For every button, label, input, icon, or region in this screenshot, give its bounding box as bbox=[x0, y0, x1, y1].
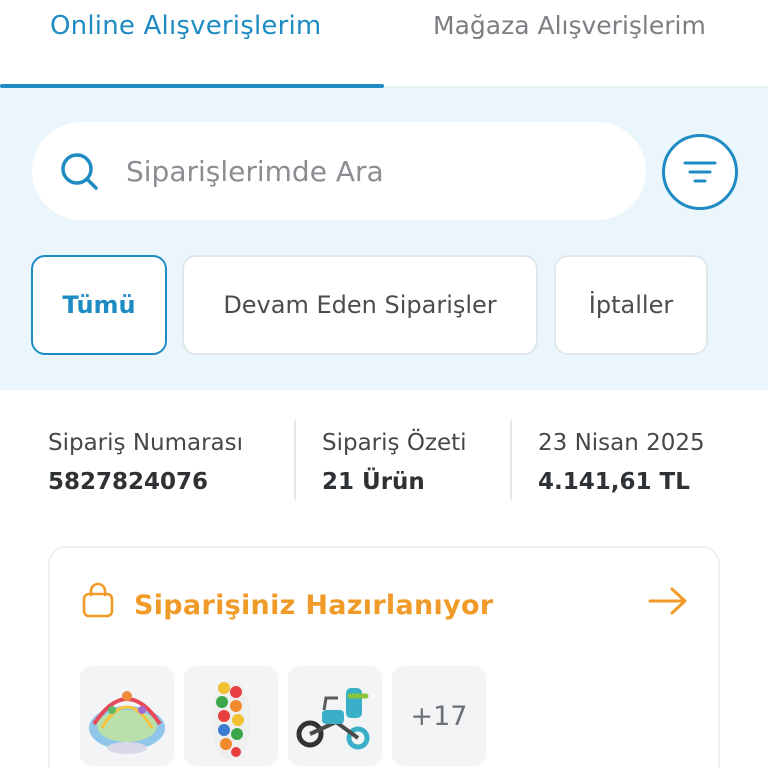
order-number-value: 5827824076 bbox=[48, 469, 209, 495]
filter-icon bbox=[683, 161, 717, 183]
order-number-label: Sipariş Numarası bbox=[48, 430, 244, 456]
divider bbox=[510, 420, 512, 500]
order-date: 23 Nisan 2025 bbox=[538, 430, 705, 456]
order-summary-block: Sipariş Özeti 21 Ürün bbox=[322, 426, 467, 500]
search-bar[interactable] bbox=[32, 122, 646, 220]
divider bbox=[294, 420, 296, 500]
ball-pit-balls-image bbox=[211, 680, 251, 760]
order-date-block: 23 Nisan 2025 4.141,61 TL bbox=[538, 426, 705, 500]
order-number-block: Sipariş Numarası 5827824076 bbox=[48, 426, 243, 500]
chip-cancelled-orders[interactable]: İptaller bbox=[554, 255, 708, 355]
chip-ongoing-orders[interactable]: Devam Eden Siparişler bbox=[182, 255, 538, 355]
tab-store-shopping[interactable]: Mağaza Alışverişlerim bbox=[433, 8, 706, 44]
product-thumbnail[interactable] bbox=[184, 666, 278, 766]
chip-all-orders[interactable]: Tümü bbox=[31, 255, 167, 355]
filter-section: Tümü Devam Eden Siparişler İptaller bbox=[0, 88, 768, 390]
order-summary-value: 21 Ürün bbox=[322, 469, 425, 495]
order-total: 4.141,61 TL bbox=[538, 469, 690, 495]
order-status-text: Siparişiniz Hazırlanıyor bbox=[134, 590, 494, 621]
tab-online-shopping[interactable]: Online Alışverişlerim bbox=[50, 8, 321, 44]
arrow-right-icon[interactable] bbox=[648, 586, 688, 616]
product-thumbnail[interactable] bbox=[80, 666, 174, 766]
tricycle-image bbox=[296, 688, 370, 750]
shopping-bag-icon bbox=[82, 582, 114, 618]
more-products-count[interactable]: +17 bbox=[392, 666, 486, 766]
order-tabs: Online Alışverişlerim Mağaza Alışverişle… bbox=[0, 0, 768, 88]
search-icon bbox=[61, 153, 98, 190]
order-info-row: Sipariş Numarası 5827824076 Sipariş Özet… bbox=[0, 390, 768, 520]
order-summary-label: Sipariş Özeti bbox=[322, 430, 467, 456]
filter-button[interactable] bbox=[662, 134, 738, 210]
search-input[interactable] bbox=[126, 146, 626, 196]
order-status-card[interactable]: Siparişiniz Hazırlanıyor +17 bbox=[48, 546, 720, 768]
product-thumbnail[interactable] bbox=[288, 666, 382, 766]
play-gym-image bbox=[89, 691, 165, 754]
